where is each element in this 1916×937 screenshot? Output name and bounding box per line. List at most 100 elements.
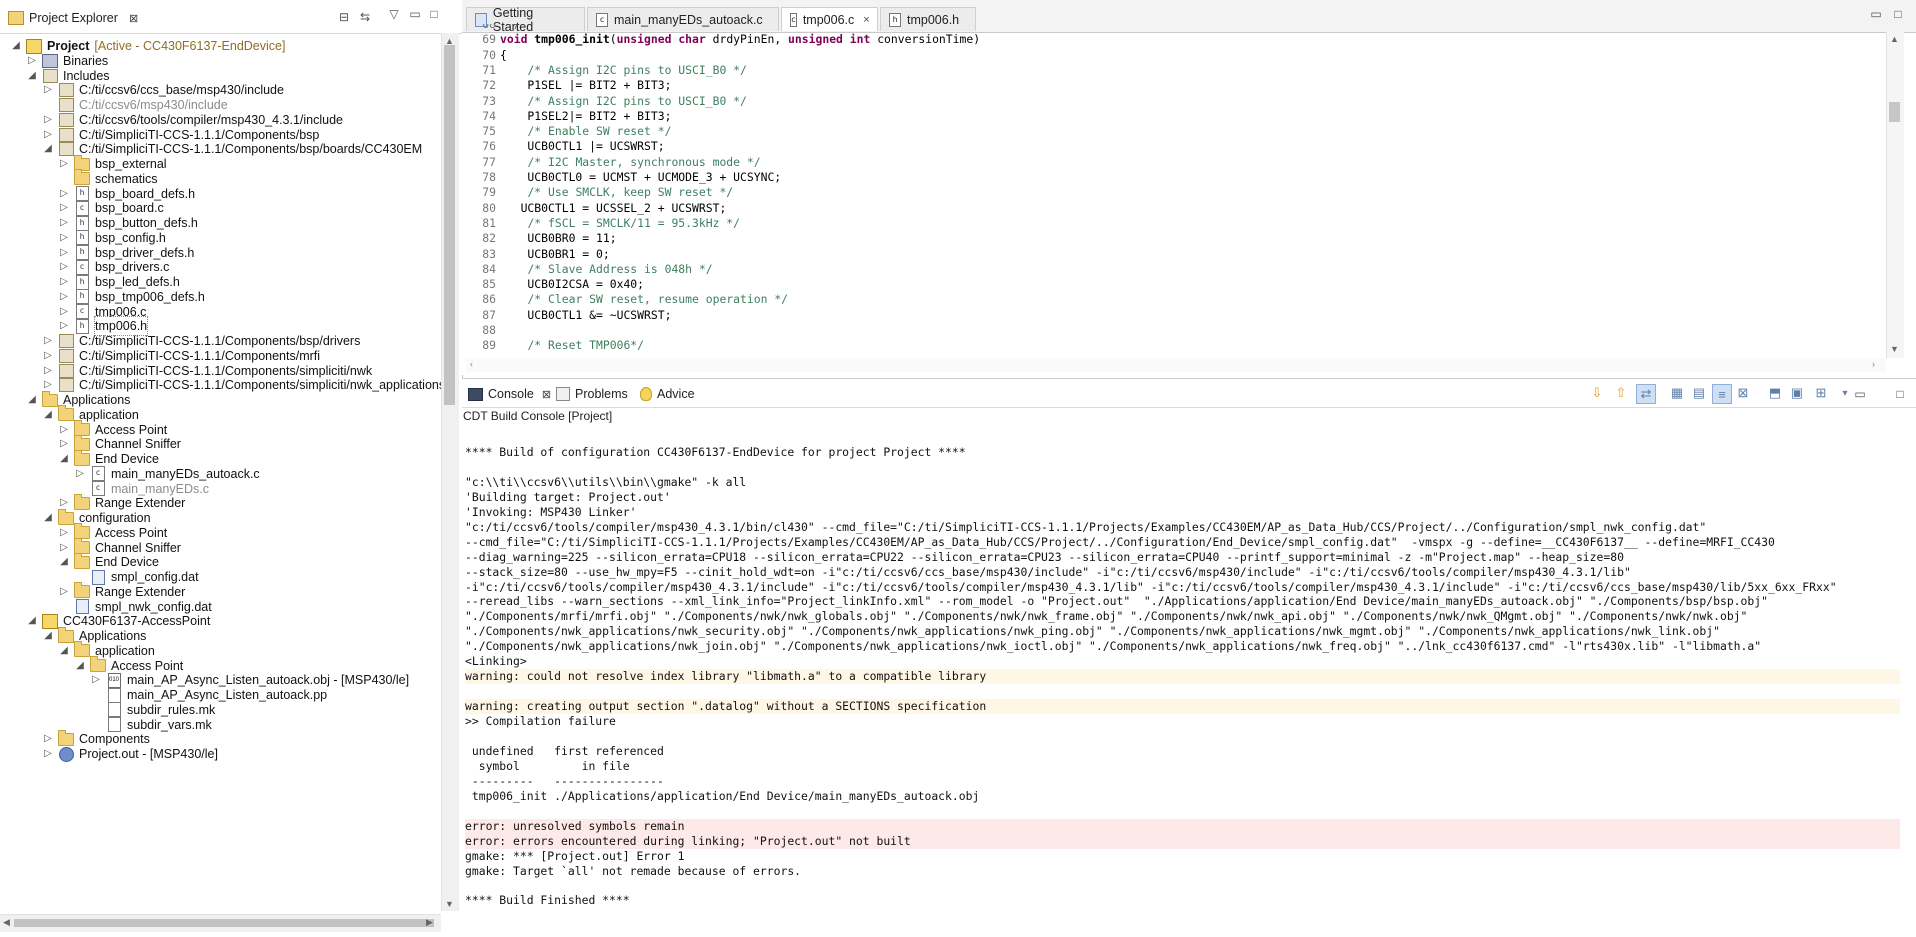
line-number: 74 — [482, 108, 496, 123]
console-minimize-icon[interactable]: ▭ — [1852, 386, 1868, 402]
code-token: conversionTime) — [870, 32, 981, 47]
folder-shape — [74, 641, 90, 658]
console-line: --cmd_file="C:/ti/SimpliciTI-CCS-1.1.1/P… — [465, 534, 1775, 549]
console-tab[interactable]: Console ⊠ — [468, 385, 551, 403]
maximize-icon[interactable]: □ — [426, 6, 442, 22]
project-explorer-panel: Project Explorer ⊠ ⊟ ⇆ ▽ ▭ □ ◢ Project [Ac… — [0, 0, 463, 936]
minimize-icon[interactable]: ▭ — [407, 6, 423, 22]
console-output[interactable]: **** Build of configuration CC430F6137-E… — [465, 430, 1900, 930]
code-token: unsigned int — [788, 32, 871, 47]
tree-item[interactable]: ▷ Project.out - [MSP430/le] — [0, 745, 218, 763]
editor-scroll-down-icon[interactable]: ▼ — [1890, 344, 1899, 354]
editor-minimize-icon[interactable]: ▭ — [1868, 6, 1884, 22]
folder-shape — [58, 626, 74, 643]
pin-console-icon[interactable]: ⬒ — [1766, 384, 1784, 402]
clear-console-icon[interactable]: ▦ — [1668, 384, 1686, 402]
project-explorer-tab[interactable]: Project Explorer ⊠ — [8, 8, 138, 28]
code-editor[interactable]: 68 */69 void tmp006_init(unsigned char dr… — [466, 24, 1886, 358]
console-line: "c:\\ti\\ccsv6\\utils\\bin\\gmake" -k al… — [465, 474, 747, 489]
code-token: P1SEL2|= BIT2 + BIT3; — [500, 108, 672, 123]
line-number: 79 — [482, 185, 496, 200]
code-token: drdyPinEn, — [705, 32, 789, 47]
console-tab-label: Console — [488, 387, 534, 401]
editor-scroll-left-icon[interactable]: ‹ — [470, 359, 473, 369]
line-number: 81 — [482, 215, 496, 230]
line-number: 75 — [482, 124, 496, 139]
console-line: tmp006_init ./Applications/application/E… — [465, 788, 980, 803]
console-tab[interactable]: Problems — [556, 385, 628, 403]
link-console-icon[interactable]: ⇄ — [1636, 384, 1656, 404]
code-token: UCB0CTL1 &= ~UCSWRST; — [500, 307, 672, 322]
code-token: /* Slave Address is 048h */ — [527, 261, 713, 276]
console-maximize-icon[interactable]: □ — [1892, 386, 1908, 402]
display-console-icon[interactable]: ▣ — [1788, 384, 1806, 402]
folder-shape — [58, 405, 74, 422]
previous-annotation-icon[interactable]: ⇧ — [1612, 384, 1630, 402]
code-token: UCB0CTL1 = UCSSEL_2 + UCSWRST; — [500, 200, 727, 215]
link-with-editor-icon[interactable]: ⇆ — [357, 9, 373, 25]
code-line: 69 void tmp006_init(unsigned char drdyPin… — [466, 32, 980, 47]
project-tree-hscroll-thumb[interactable] — [14, 919, 434, 927]
console-line: gmake: *** [Project.out] Error 1 — [465, 848, 685, 863]
code-token: /* fSCL = SMCLK/11 = 95.3kHz */ — [527, 215, 741, 230]
line-number: 78 — [482, 170, 496, 184]
collapse-all-icon[interactable]: ⊟ — [336, 9, 352, 25]
code-token: /* I2C Master, synchronous mode */ — [527, 154, 761, 169]
scroll-lock-icon[interactable]: ▤ — [1690, 384, 1708, 402]
console-line: "./Components/nwk_applications/nwk_join.… — [465, 639, 1762, 654]
code-line: 89 /* Reset TMP006*/ — [466, 338, 644, 353]
code-line: 76 UCB0CTL1 |= UCSWRST; — [466, 139, 664, 154]
console-line: <Linking> — [465, 654, 527, 669]
editor-vertical-scrollbar[interactable] — [1886, 32, 1904, 358]
view-menu-icon[interactable]: ▽ — [386, 6, 402, 22]
line-number: 88 — [482, 323, 496, 337]
remove-launch-icon[interactable]: ⊠ — [1734, 384, 1752, 402]
console-tab[interactable]: Advice — [640, 385, 695, 403]
line-number: 72 — [482, 78, 496, 93]
project-tree-scroll-thumb[interactable] — [444, 45, 455, 405]
scroll-up-icon[interactable]: ▲ — [445, 36, 454, 46]
editor-scroll-right-icon[interactable]: › — [1872, 359, 1875, 369]
code-token: /* Assign I2C pins to USCI_B0 */ — [527, 62, 747, 77]
console-tab-label: Problems — [575, 387, 628, 401]
code-line: 78 UCB0CTL0 = UCMST + UCMODE_3 + UCSYNC; — [466, 170, 781, 185]
code-line: 72 P1SEL |= BIT2 + BIT3; — [466, 78, 671, 93]
code-token: UCB0BR0 = 11; — [500, 231, 617, 246]
open-console-icon[interactable]: ⊞ — [1812, 384, 1830, 402]
project-tree: ◢ Project [Active - CC430F6137-EndDevice] ▷… — [0, 33, 441, 913]
console-line: -i"c:/ti/ccsv6/tools/compiler/msp430_4.3… — [465, 579, 1837, 594]
code-token: { — [500, 47, 507, 62]
word-wrap-icon[interactable]: ≡ — [1712, 384, 1732, 404]
scroll-left-icon[interactable]: ◀ — [3, 917, 10, 928]
scroll-right-icon[interactable]: ▶ — [426, 917, 433, 928]
editor-scroll-thumb[interactable] — [1889, 102, 1900, 122]
console-line: "c:/ti/ccsv6/tools/compiler/msp430_4.3.1… — [465, 519, 1707, 534]
folder-shape — [90, 656, 106, 672]
line-number: 86 — [482, 292, 496, 307]
code-token: ( — [609, 32, 617, 47]
executable-icon — [58, 746, 74, 762]
console-tab-label: Advice — [657, 387, 695, 401]
folder-shape — [74, 169, 90, 186]
next-annotation-icon[interactable]: ⇩ — [1588, 384, 1606, 402]
editor-scroll-up-icon[interactable]: ▲ — [1890, 34, 1899, 44]
code-token: unsigned char — [616, 32, 706, 47]
close-icon[interactable]: ⊠ — [542, 388, 551, 401]
code-line: 68 */ — [466, 24, 521, 32]
project-explorer-tabbar: Project Explorer ⊠ ⊟ ⇆ ▽ ▭ □ — [0, 0, 462, 34]
folder-shape — [42, 390, 58, 407]
editor-horizontal-scrollbar[interactable] — [466, 358, 1886, 372]
folder-shape — [74, 493, 90, 510]
close-icon[interactable]: ⊠ — [129, 12, 138, 25]
scroll-down-icon[interactable]: ▼ — [445, 899, 454, 909]
code-line: 87 UCB0CTL1 &= ~UCSWRST; — [466, 308, 671, 323]
code-token: */ — [500, 24, 521, 31]
collapsed-twisty-icon[interactable]: ▷ — [42, 745, 54, 763]
code-line: 71 /* Assign I2C pins to USCI_B0 */ — [466, 63, 747, 78]
editor-maximize-icon[interactable]: □ — [1890, 6, 1906, 22]
